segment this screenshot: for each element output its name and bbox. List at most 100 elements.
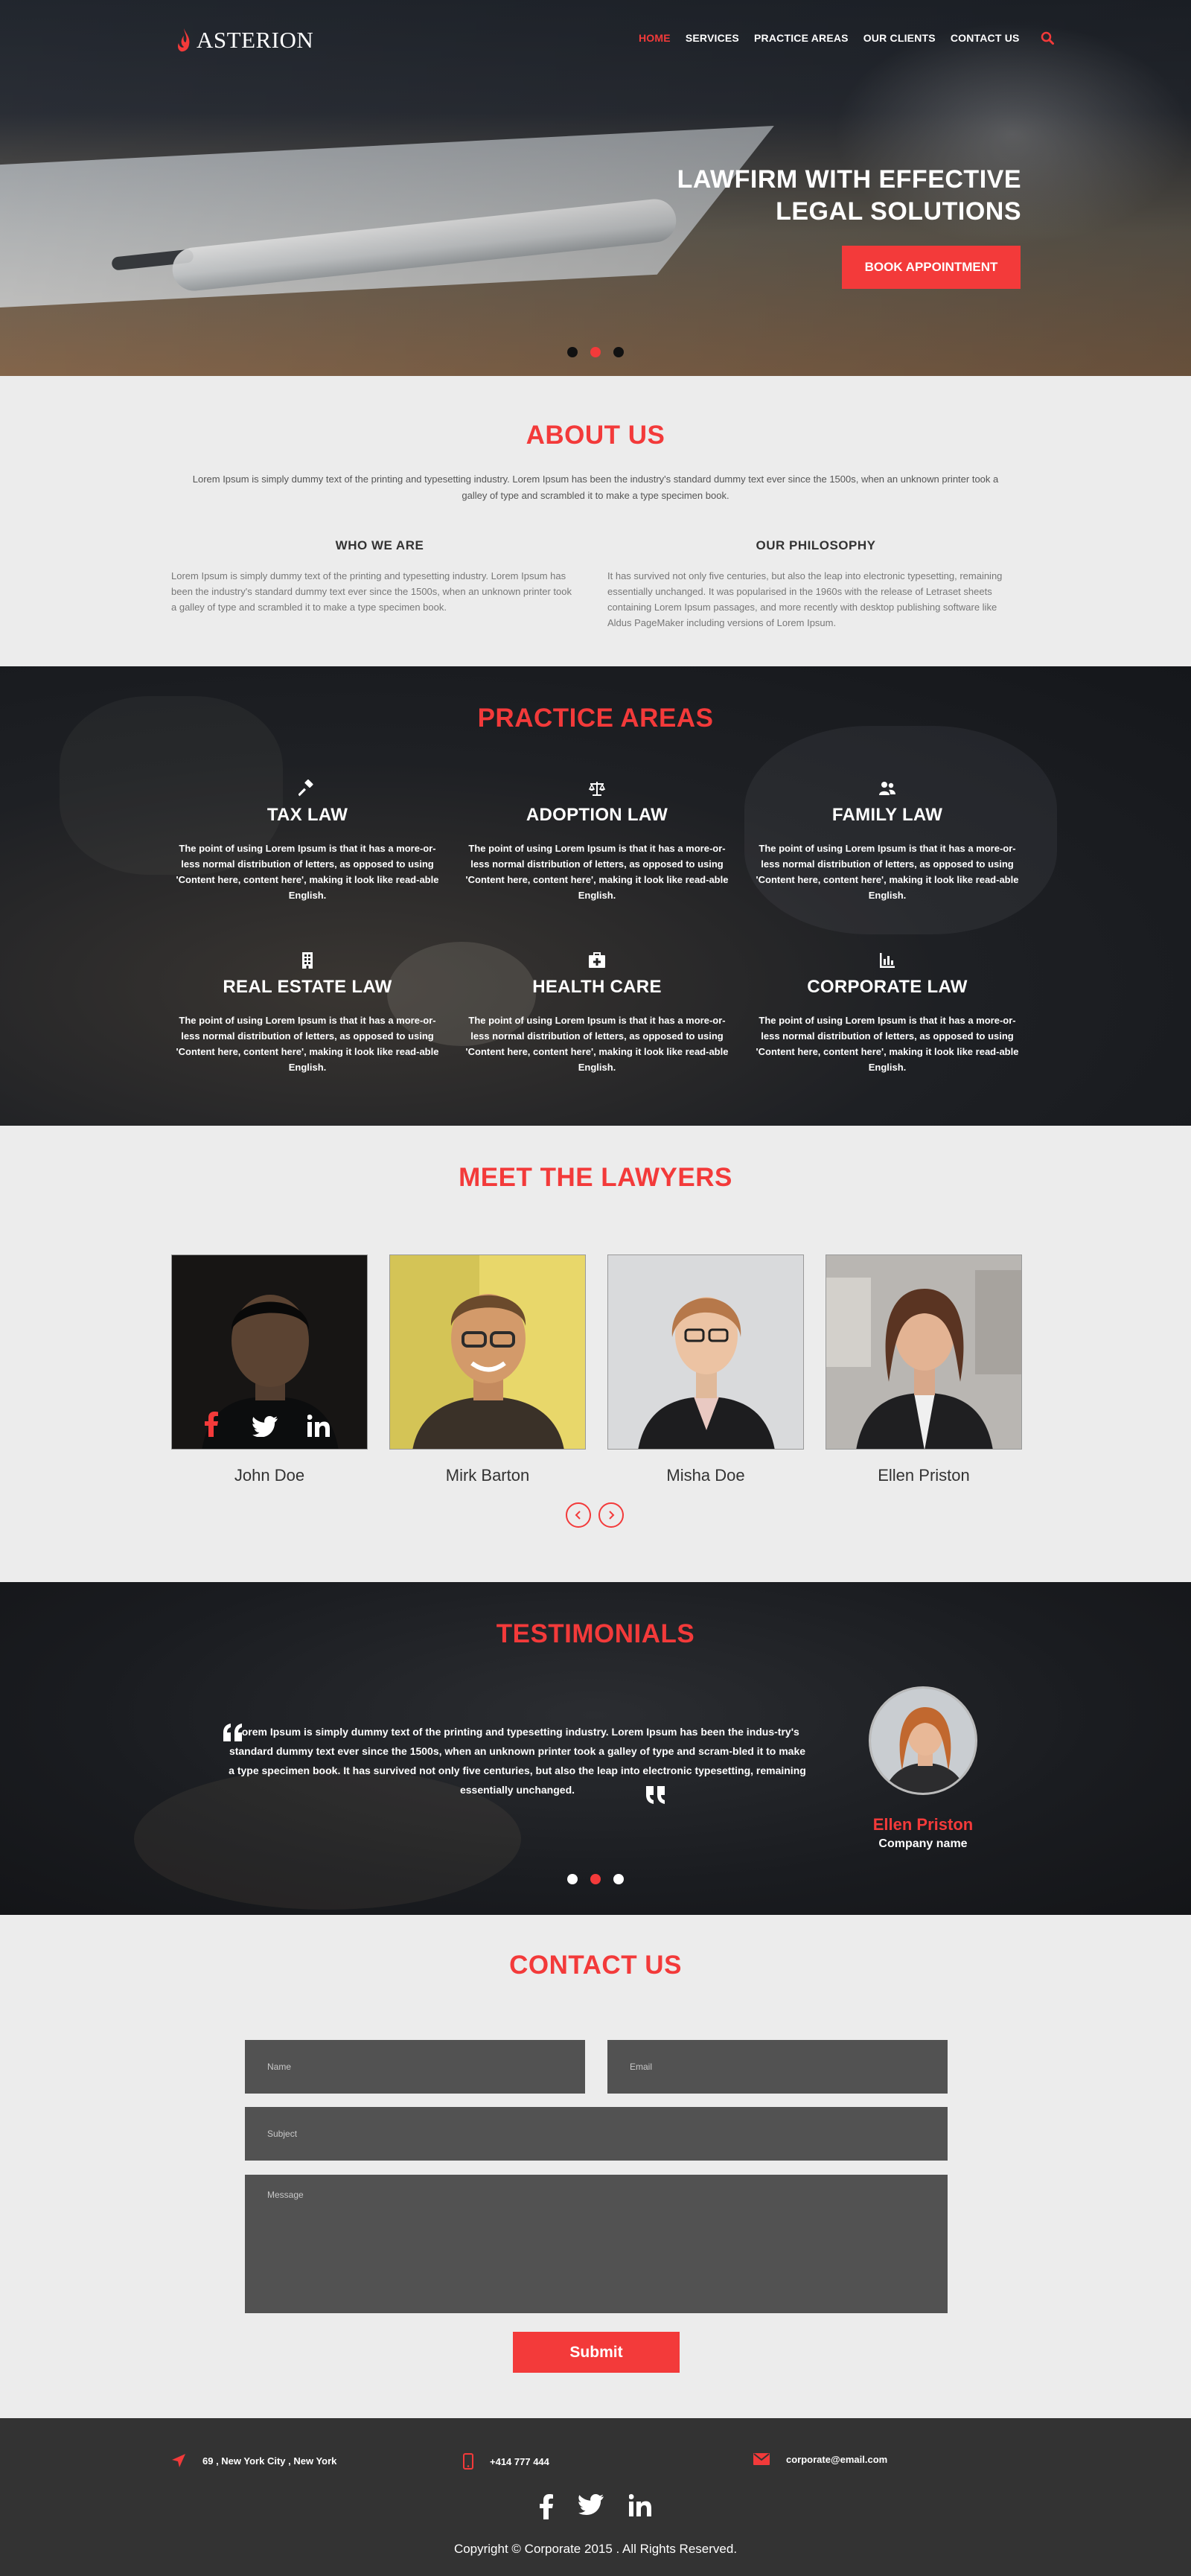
hero-title-line-2: LEGAL SOLUTIONS: [776, 197, 1021, 226]
linkedin-icon[interactable]: [307, 1415, 330, 1437]
nav-services[interactable]: SERVICES: [686, 32, 739, 44]
linkedin-icon[interactable]: [629, 2494, 651, 2516]
book-appointment-button[interactable]: BOOK APPOINTMENT: [842, 246, 1021, 289]
search-icon[interactable]: [1041, 31, 1054, 45]
testimonial-company: Company name: [878, 1837, 968, 1850]
testimonials-section: TESTIMONIALS Lorem Ipsum is simply dummy…: [0, 1582, 1191, 1915]
lawyer-photo: [171, 1254, 368, 1450]
footer-email: corporate@email.com: [753, 2453, 887, 2465]
email-text[interactable]: corporate@email.com: [786, 2454, 887, 2465]
phone-text[interactable]: +414 777 444: [490, 2456, 549, 2467]
lawyer-name: Ellen Priston: [878, 1466, 970, 1485]
scales-icon: [588, 782, 606, 796]
practice-area-name: REAL ESTATE LAW: [223, 977, 392, 997]
main-nav: HOME SERVICES PRACTICE AREAS OUR CLIENTS…: [639, 31, 1054, 45]
next-arrow-button[interactable]: [598, 1502, 624, 1528]
gavel-icon: [298, 780, 313, 797]
nav-our-clients[interactable]: OUR CLIENTS: [863, 32, 936, 44]
slider-dot[interactable]: [613, 1874, 624, 1884]
facebook-icon[interactable]: [205, 1412, 218, 1437]
hero-title-line-1: LAWFIRM WITH EFFECTIVE: [677, 165, 1021, 194]
name-placeholder: Name: [267, 2062, 292, 2072]
lawyer-name: John Doe: [234, 1466, 305, 1485]
medkit-icon: [589, 952, 605, 968]
who-we-are-text: Lorem Ipsum is simply dummy text of the …: [171, 570, 572, 613]
practice-area-text: The point of using Lorem Ipsum is that i…: [465, 1015, 729, 1073]
logo[interactable]: ASTERION: [176, 27, 313, 54]
chart-icon: [880, 953, 895, 968]
name-field[interactable]: Name: [245, 2040, 585, 2094]
address-text: 69 , New York City , New York: [202, 2455, 337, 2467]
submit-button[interactable]: Submit: [513, 2332, 680, 2373]
lawyer-card-john-doe[interactable]: John Doe: [171, 1254, 368, 1485]
slider-dot[interactable]: [567, 347, 578, 357]
nav-practice-areas[interactable]: PRACTICE AREAS: [754, 32, 849, 44]
lawyer-photo: [389, 1254, 586, 1450]
prev-arrow-button[interactable]: [566, 1502, 591, 1528]
contact-section: CONTACT US Name Email Subject Message Su…: [0, 1915, 1191, 2418]
our-philosophy-title: OUR PHILOSOPHY: [756, 538, 876, 552]
hero-slider-dots: [0, 347, 1191, 357]
lawyers-section: MEET THE LAWYERS John Doe Mirk Barton Mi…: [0, 1126, 1191, 1582]
slider-dot-active[interactable]: [590, 347, 601, 357]
email-placeholder: Email: [630, 2062, 653, 2072]
about-title: ABOUT US: [526, 421, 665, 450]
slider-dot-active[interactable]: [590, 1874, 601, 1884]
testimonial-avatar: [869, 1686, 977, 1795]
twitter-icon[interactable]: [252, 1416, 278, 1437]
facebook-icon[interactable]: [540, 2494, 553, 2519]
our-philosophy-text: It has survived not only five centuries,…: [607, 570, 1003, 628]
testimonial-name: Ellen Priston: [872, 1815, 974, 1834]
practice-area-adoption-law[interactable]: ADOPTION LAW The point of using Lorem Ip…: [459, 780, 735, 903]
testimonials-title: TESTIMONIALS: [496, 1619, 695, 1648]
about-intro: Lorem Ipsum is simply dummy text of the …: [192, 474, 999, 501]
copyright-text: Copyright © Corporate 2015 . All Rights …: [453, 2542, 738, 2556]
twitter-icon[interactable]: [578, 2494, 604, 2515]
lawyers-title: MEET THE LAWYERS: [459, 1163, 732, 1192]
lawyer-card-mirk-barton[interactable]: Mirk Barton: [389, 1254, 586, 1485]
slider-dot[interactable]: [613, 347, 624, 357]
contact-title: CONTACT US: [509, 1951, 682, 1980]
practice-area-text: The point of using Lorem Ipsum is that i…: [176, 1015, 439, 1073]
family-icon: [879, 782, 895, 795]
lawyer-photo: [826, 1254, 1022, 1450]
practice-area-family-law[interactable]: FAMILY LAW The point of using Lorem Ipsu…: [750, 780, 1025, 903]
practice-area-real-estate-law[interactable]: REAL ESTATE LAW The point of using Lorem…: [170, 951, 445, 1075]
message-field[interactable]: Message: [245, 2175, 948, 2313]
practice-area-name: ADOPTION LAW: [526, 805, 668, 825]
practice-area-corporate-law[interactable]: CORPORATE LAW The point of using Lorem I…: [750, 951, 1025, 1075]
email-field[interactable]: Email: [607, 2040, 948, 2094]
slider-dot[interactable]: [567, 1874, 578, 1884]
subject-field[interactable]: Subject: [245, 2107, 948, 2161]
hero-section: ASTERION HOME SERVICES PRACTICE AREAS OU…: [0, 0, 1191, 376]
lawyer-card-misha-doe[interactable]: Misha Doe: [607, 1254, 804, 1485]
practice-area-name: FAMILY LAW: [831, 805, 943, 825]
practice-area-text: The point of using Lorem Ipsum is that i…: [176, 843, 439, 901]
practice-area-name: CORPORATE LAW: [807, 977, 968, 997]
about-section: ABOUT US Lorem Ipsum is simply dummy tex…: [0, 376, 1191, 666]
footer-address: 69 , New York City , New York: [171, 2453, 336, 2468]
practice-areas-title: PRACTICE AREAS: [477, 704, 714, 733]
nav-home[interactable]: HOME: [639, 32, 671, 44]
lawyer-card-ellen-priston[interactable]: Ellen Priston: [826, 1254, 1022, 1485]
portrait-man-2: [390, 1255, 585, 1449]
chevron-left-icon: [575, 1511, 581, 1520]
message-placeholder: Message: [267, 2190, 304, 2200]
lawyer-photo: [607, 1254, 804, 1450]
mobile-phone-icon: [463, 2453, 473, 2470]
portrait-woman-2: [826, 1255, 1021, 1449]
nav-contact-us[interactable]: CONTACT US: [951, 32, 1020, 44]
envelope-icon: [753, 2453, 770, 2465]
footer-social-links: [0, 2494, 1191, 2519]
portrait-woman-1: [608, 1255, 803, 1449]
practice-area-text: The point of using Lorem Ipsum is that i…: [756, 1015, 1019, 1073]
chevron-right-icon: [609, 1511, 615, 1520]
lawyers-carousel-arrows: [566, 1502, 624, 1528]
testimonial-slider-dots: [0, 1874, 1191, 1884]
practice-area-health-care[interactable]: HEALTH CARE The point of using Lorem Ips…: [459, 951, 735, 1075]
practice-area-tax-law[interactable]: TAX LAW The point of using Lorem Ipsum i…: [170, 780, 445, 903]
who-we-are-title: WHO WE ARE: [335, 538, 424, 552]
subject-placeholder: Subject: [267, 2129, 298, 2139]
practice-area-text: The point of using Lorem Ipsum is that i…: [465, 843, 729, 901]
testimonial-quote: Lorem Ipsum is simply dummy text of the …: [229, 1726, 806, 1796]
